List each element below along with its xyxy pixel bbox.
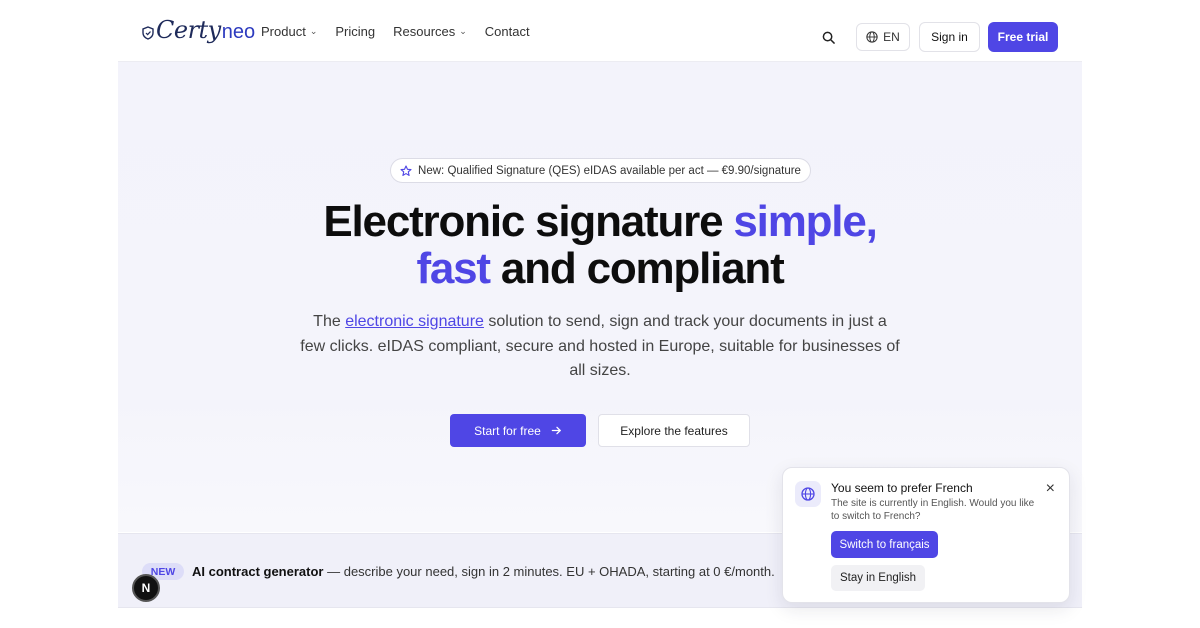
hero-subtitle: The electronic signature solution to sen…: [300, 310, 900, 384]
cta-primary-label: Start for free: [474, 423, 541, 438]
logo[interactable]: Certy neo: [142, 18, 255, 42]
logo-suffix: neo: [221, 21, 256, 43]
close-icon[interactable]: ×: [1046, 480, 1055, 498]
popup-icon-container: [795, 481, 821, 507]
popup-body: The site is currently in English. Would …: [831, 498, 1035, 522]
globe-icon: [866, 31, 878, 43]
search-icon: [822, 31, 835, 44]
nav-item-label: Contact: [484, 23, 530, 39]
hero-title-accent2: fast: [416, 244, 491, 293]
nav-item-contact[interactable]: Contact: [485, 24, 530, 39]
start-for-free-button[interactable]: Start for free: [450, 414, 586, 447]
switch-to-french-button[interactable]: Switch to français: [831, 531, 938, 558]
nav-item-label: Pricing: [335, 23, 376, 39]
main-nav: Product ⌄ Pricing Resources ⌄ Contact: [261, 0, 530, 62]
nav-item-product[interactable]: Product ⌄: [261, 24, 317, 39]
announcement-pill[interactable]: New: Qualified Signature (QES) eIDAS ava…: [390, 158, 811, 183]
hero-title: Electronic signature simple, fast and co…: [118, 198, 1082, 292]
language-suggestion-popup: You seem to prefer French The site is cu…: [782, 467, 1070, 603]
hero-title-accent1: simple,: [733, 197, 877, 246]
nav-item-pricing[interactable]: Pricing: [335, 24, 375, 39]
n-avatar-button[interactable]: N: [132, 574, 160, 602]
popup-title: You seem to prefer French: [831, 481, 973, 495]
site-header: Certy neo Product ⌄ Pricing Resources ⌄ …: [118, 0, 1082, 62]
language-label: EN: [883, 30, 900, 44]
announcement-text: New: Qualified Signature (QES) eIDAS ava…: [418, 164, 801, 177]
header-actions: EN Sign in Free trial: [818, 22, 1058, 52]
sign-in-button[interactable]: Sign in: [919, 22, 980, 52]
chevron-down-icon: ⌄: [459, 25, 467, 36]
strip-text[interactable]: AI contract generator — describe your ne…: [192, 563, 775, 580]
nav-item-label: Resources: [393, 23, 456, 39]
chevron-down-icon: ⌄: [309, 25, 318, 36]
hero-section: New: Qualified Signature (QES) eIDAS ava…: [118, 62, 1082, 532]
arrow-right-icon: [551, 426, 561, 435]
stay-in-english-button[interactable]: Stay in English: [831, 565, 925, 591]
strip-highlight: AI contract generator: [192, 564, 324, 579]
explore-features-button[interactable]: Explore the features: [598, 414, 750, 447]
hero-title-part2: and compliant: [489, 244, 785, 293]
strip-description: — describe your need, sign in 2 minutes.…: [323, 564, 775, 579]
shield-icon: [142, 26, 154, 40]
logo-text: Certy: [156, 16, 221, 44]
search-button[interactable]: [818, 27, 838, 47]
language-button[interactable]: EN: [856, 23, 910, 51]
hero-subtitle-before: The: [313, 313, 346, 330]
star-icon: [400, 164, 412, 176]
globe-icon: [801, 487, 815, 501]
free-trial-button[interactable]: Free trial: [988, 22, 1058, 52]
nav-item-label: Product: [261, 23, 306, 39]
electronic-signature-link[interactable]: electronic signature: [345, 313, 484, 330]
hero-title-part1: Electronic signature: [323, 197, 734, 246]
nav-item-resources[interactable]: Resources ⌄: [393, 24, 467, 39]
page: Certy neo Product ⌄ Pricing Resources ⌄ …: [0, 0, 1200, 628]
